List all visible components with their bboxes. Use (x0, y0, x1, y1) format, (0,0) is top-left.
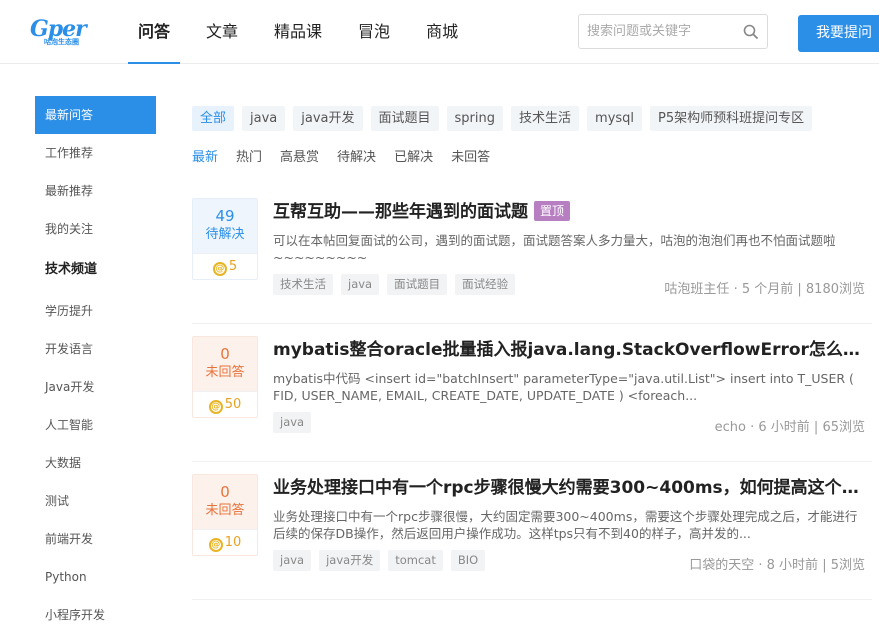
question-tag[interactable]: tomcat (388, 550, 443, 571)
question-status: 未回答 (205, 365, 245, 380)
question-title[interactable]: mybatis整合oracle批量插入报java.lang.StackOverf… (273, 338, 869, 362)
tag-filter-bar: 全部 java java开发 面试题目 spring 技术生活 mysql P5… (192, 106, 872, 132)
bounty-value: 10 (224, 535, 242, 550)
question-item: 49 待解决 @5 互帮互助——那些年遇到的面试题 置顶 可以在本帖回复面试的公司… (192, 186, 872, 324)
sidebar-section-heading: 技术频道 (45, 262, 98, 277)
sidebar-channel[interactable]: Python (35, 558, 156, 596)
sort-tab-latest[interactable]: 最新 (192, 146, 218, 170)
nav-articles[interactable]: 文章 (196, 0, 248, 64)
question-excerpt[interactable]: 可以在本帖回复面试的公司，遇到的面试题，面试题答案人多力量大，咕泡的泡泡们再也不… (273, 232, 865, 266)
sidebar-item-jobs[interactable]: 工作推荐 (35, 134, 156, 172)
main-nav: 问答 文章 精品课 冒泡 商城 (128, 0, 484, 64)
coin-icon: @ (208, 400, 223, 414)
question-title[interactable]: 业务处理接口中有一个rpc步骤很慢大约需要300~400ms，如何提高这个接口的… (273, 476, 869, 500)
question-tag[interactable]: BIO (450, 550, 486, 571)
nav-qa[interactable]: 问答 (128, 0, 181, 64)
tag-filter[interactable]: java开发 (293, 106, 363, 131)
nav-bubble[interactable]: 冒泡 (348, 0, 400, 64)
sidebar-channel[interactable]: 大数据 (35, 444, 156, 482)
answer-stat-box: 0 未回答 @10 (192, 474, 258, 556)
tag-filter[interactable]: spring (446, 106, 504, 131)
tag-filter[interactable]: java (242, 106, 286, 131)
sort-tab-pending[interactable]: 待解决 (337, 146, 376, 170)
sidebar-item-following[interactable]: 我的关注 (35, 210, 156, 248)
sort-tab-bounty[interactable]: 高悬赏 (280, 146, 319, 170)
ask-question-button[interactable]: 我要提问 (798, 15, 879, 52)
view-count: 8180浏览 (805, 282, 865, 297)
question-meta: echo · 6 小时前 | 65浏览 (714, 420, 865, 435)
tag-filter[interactable]: 技术生活 (511, 106, 580, 131)
search-icon[interactable] (743, 24, 759, 40)
post-time: 6 小时前 (758, 420, 810, 435)
coin-icon: @ (212, 262, 227, 276)
sidebar-channel[interactable]: 人工智能 (35, 406, 156, 444)
sidebar-item-latest[interactable]: 最新问答 (35, 96, 156, 134)
sort-tabs: 最新 热门 高悬赏 待解决 已解决 未回答 (192, 146, 872, 170)
question-item: 0 未回答 @50 mybatis整合oracle批量插入报java.lang.… (192, 324, 872, 462)
question-tags: java java开发 tomcat BIO (273, 550, 493, 571)
tag-filter[interactable]: 面试题目 (370, 106, 439, 131)
question-tag[interactable]: java (341, 274, 380, 295)
search-input[interactable] (579, 15, 739, 48)
question-excerpt[interactable]: mybatis中代码 <insert id="batchInsert" para… (273, 370, 865, 404)
question-meta: 口袋的天空 · 8 小时前 | 5浏览 (689, 558, 865, 573)
author-name[interactable]: 口袋的天空 (689, 558, 754, 573)
tag-filter[interactable]: mysql (587, 106, 643, 131)
author-name[interactable]: echo (715, 420, 746, 435)
question-tag[interactable]: 技术生活 (273, 274, 333, 295)
question-title[interactable]: 互帮互助——那些年遇到的面试题 置顶 (273, 200, 869, 224)
sidebar: 最新问答 工作推荐 最新推荐 我的关注 技术频道 学历提升 开发语言 Java开… (35, 96, 156, 634)
question-tag[interactable]: java开发 (319, 550, 381, 571)
answer-stat-box: 49 待解决 @5 (192, 198, 258, 280)
question-meta: 咕泡班主任 · 5 个月前 | 8180浏览 (664, 282, 865, 297)
sidebar-channel[interactable]: 测试 (35, 482, 156, 520)
sidebar-channel[interactable]: 开发语言 (35, 330, 156, 368)
nav-store[interactable]: 商城 (416, 0, 468, 64)
question-tags: 技术生活 java 面试题目 面试经验 (273, 274, 523, 295)
tag-filter-all[interactable]: 全部 (192, 106, 235, 131)
post-time: 8 小时前 (766, 558, 819, 573)
site-logo[interactable]: Gper 咕泡生态圈 (30, 16, 92, 48)
question-title-text[interactable]: 互帮互助——那些年遇到的面试题 (273, 202, 528, 222)
pinned-badge: 置顶 (534, 201, 571, 221)
question-tag[interactable]: 面试经验 (455, 274, 516, 295)
author-name[interactable]: 咕泡班主任 (664, 282, 729, 297)
nav-courses[interactable]: 精品课 (264, 0, 332, 64)
sort-tab-solved[interactable]: 已解决 (394, 146, 433, 170)
question-status: 待解决 (205, 227, 245, 242)
top-header: Gper 咕泡生态圈 问答 文章 精品课 冒泡 商城 我要提问 (0, 0, 879, 64)
post-time: 5 个月前 (741, 282, 794, 297)
view-count: 5浏览 (830, 558, 865, 573)
bounty: @5 (193, 253, 257, 279)
question-tag[interactable]: 面试题目 (387, 274, 448, 295)
bounty: @10 (193, 529, 257, 555)
sort-tab-unanswered[interactable]: 未回答 (451, 146, 490, 170)
question-tags: java (273, 412, 319, 433)
answer-count: 0 (220, 483, 230, 501)
answer-count: 49 (215, 207, 235, 225)
question-tag[interactable]: java (273, 412, 312, 433)
tag-filter[interactable]: P5架构师预科班提问专区 (650, 106, 813, 131)
question-tag[interactable]: java (273, 550, 312, 571)
question-excerpt[interactable]: 业务处理接口中有一个rpc步骤很慢，大约固定需要300~400ms，需要这个步骤… (273, 508, 865, 542)
bounty-value: 50 (224, 397, 242, 412)
sort-tab-hot[interactable]: 热门 (236, 146, 262, 170)
sidebar-channel[interactable]: 学历提升 (35, 292, 156, 330)
search-box (578, 14, 768, 49)
sidebar-item-recommended[interactable]: 最新推荐 (35, 172, 156, 210)
logo-subtitle: 咕泡生态圈 (44, 38, 79, 46)
question-feed: 全部 java java开发 面试题目 spring 技术生活 mysql P5… (192, 106, 872, 600)
bounty: @50 (193, 391, 257, 417)
answer-count: 0 (220, 345, 230, 363)
answer-stat-box: 0 未回答 @50 (192, 336, 258, 418)
question-list: 49 待解决 @5 互帮互助——那些年遇到的面试题 置顶 可以在本帖回复面试的公司… (192, 186, 872, 600)
sidebar-channel[interactable]: 小程序开发 (35, 596, 156, 634)
question-item: 0 未回答 @10 业务处理接口中有一个rpc步骤很慢大约需要300~400ms… (192, 462, 872, 600)
bounty-value: 5 (228, 259, 238, 274)
view-count: 65浏览 (822, 420, 865, 435)
sidebar-channel[interactable]: Java开发 (35, 368, 156, 406)
question-status: 未回答 (205, 503, 245, 518)
sidebar-channel[interactable]: 前端开发 (35, 520, 156, 558)
coin-icon: @ (208, 538, 223, 552)
